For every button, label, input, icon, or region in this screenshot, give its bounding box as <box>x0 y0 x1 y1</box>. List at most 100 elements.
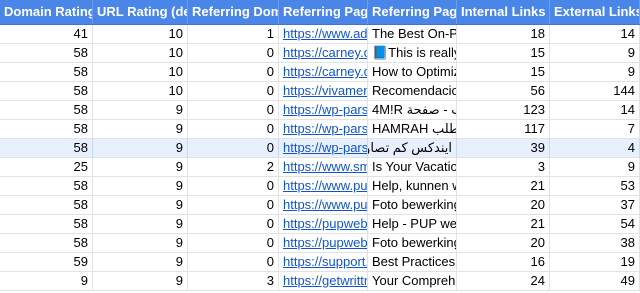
cell-external-links[interactable]: 144 <box>550 82 640 100</box>
cell-internal-links[interactable]: 15 <box>457 63 550 81</box>
cell-domain-rating[interactable]: 58 <box>0 177 93 195</box>
cell-referring-page-url[interactable]: https://www.sma <box>279 158 368 176</box>
cell-url-rating[interactable]: 9 <box>93 253 188 271</box>
cell-internal-links[interactable]: 18 <box>457 25 550 43</box>
cell-internal-links[interactable]: 15 <box>457 44 550 62</box>
table-row[interactable]: 5890https://pupwebdcFoto bewerking -2038 <box>0 234 640 253</box>
cell-url-rating[interactable]: 9 <box>93 272 188 290</box>
cell-referring-domains[interactable]: 0 <box>188 101 279 119</box>
cell-url-rating[interactable]: 9 <box>93 196 188 214</box>
header-referring-domains[interactable]: Referring Domai <box>188 0 279 24</box>
table-row[interactable]: 993https://getwrittn.cYour Comprehen2449 <box>0 272 640 291</box>
cell-referring-page-url[interactable]: https://pupwebdc <box>279 234 368 252</box>
cell-referring-page-url[interactable]: https://wp-parsi.c <box>279 139 368 157</box>
cell-url-rating[interactable]: 10 <box>93 44 188 62</box>
cell-url-rating[interactable]: 10 <box>93 63 188 81</box>
cell-internal-links[interactable]: 21 <box>457 215 550 233</box>
cell-url-rating[interactable]: 9 <box>93 215 188 233</box>
cell-internal-links[interactable]: 20 <box>457 196 550 214</box>
cell-referring-page-url[interactable]: https://wp-parsi.c <box>279 120 368 138</box>
cell-domain-rating[interactable]: 58 <box>0 82 93 100</box>
cell-external-links[interactable]: 37 <box>550 196 640 214</box>
cell-external-links[interactable]: 14 <box>550 101 640 119</box>
cell-url-rating[interactable]: 9 <box>93 234 188 252</box>
cell-url-rating[interactable]: 9 <box>93 139 188 157</box>
table-row[interactable]: 41101https://www.adstThe Best On-Pag1814 <box>0 25 640 44</box>
cell-referring-page-url[interactable]: https://wp-parsi.c <box>279 101 368 119</box>
header-url-rating[interactable]: URL Rating (des <box>93 0 188 24</box>
cell-internal-links[interactable]: 39 <box>457 139 550 157</box>
cell-referring-domains[interactable]: 1 <box>188 25 279 43</box>
cell-referring-page-title[interactable]: ایندکس کم تصاویر در <box>368 139 457 157</box>
cell-external-links[interactable]: 19 <box>550 253 640 271</box>
cell-referring-page-title[interactable]: 4M!R مطلب - صفحة <box>368 101 457 119</box>
cell-domain-rating[interactable]: 58 <box>0 44 93 62</box>
cell-url-rating[interactable]: 9 <box>93 177 188 195</box>
cell-referring-page-title[interactable]: Recomendacion <box>368 82 457 100</box>
cell-referring-page-url[interactable]: https://www.pup <box>279 196 368 214</box>
cell-referring-domains[interactable]: 0 <box>188 82 279 100</box>
cell-domain-rating[interactable]: 58 <box>0 215 93 233</box>
cell-domain-rating[interactable]: 58 <box>0 63 93 81</box>
cell-external-links[interactable]: 9 <box>550 63 640 81</box>
cell-domain-rating[interactable]: 59 <box>0 253 93 271</box>
cell-referring-page-title[interactable]: The Best On-Pag <box>368 25 457 43</box>
cell-domain-rating[interactable]: 9 <box>0 272 93 290</box>
table-row[interactable]: 5990https://support.leBest Practices: H1… <box>0 253 640 272</box>
cell-internal-links[interactable]: 3 <box>457 158 550 176</box>
cell-internal-links[interactable]: 24 <box>457 272 550 290</box>
cell-referring-page-url[interactable]: https://pupwebdc <box>279 215 368 233</box>
cell-referring-domains[interactable]: 0 <box>188 44 279 62</box>
cell-referring-domains[interactable]: 0 <box>188 120 279 138</box>
cell-domain-rating[interactable]: 58 <box>0 196 93 214</box>
cell-external-links[interactable]: 7 <box>550 120 640 138</box>
cell-domain-rating[interactable]: 58 <box>0 101 93 119</box>
cell-referring-domains[interactable]: 0 <box>188 63 279 81</box>
cell-internal-links[interactable]: 16 <box>457 253 550 271</box>
cell-external-links[interactable]: 9 <box>550 44 640 62</box>
table-row[interactable]: 5890https://wp-parsi.cایندکس کم تصاویر د… <box>0 139 640 158</box>
cell-referring-page-title[interactable]: Is Your Vacation <box>368 158 457 176</box>
cell-domain-rating[interactable]: 58 <box>0 139 93 157</box>
cell-referring-domains[interactable]: 0 <box>188 196 279 214</box>
cell-referring-domains[interactable]: 0 <box>188 139 279 157</box>
cell-referring-page-title[interactable]: Foto bewerking - <box>368 196 457 214</box>
header-referring-page-title[interactable]: Referring Page T <box>368 0 457 24</box>
cell-referring-domains[interactable]: 2 <box>188 158 279 176</box>
cell-external-links[interactable]: 4 <box>550 139 640 157</box>
header-external-links[interactable]: External Links C <box>550 0 640 24</box>
cell-referring-page-title[interactable]: How to Optimize <box>368 63 457 81</box>
header-internal-links[interactable]: Internal Links Co <box>457 0 550 24</box>
cell-referring-page-title[interactable]: Help, kunnen we <box>368 177 457 195</box>
cell-referring-page-url[interactable]: https://vivamente <box>279 82 368 100</box>
table-row[interactable]: 58100https://vivamenteRecomendacion56144 <box>0 82 640 101</box>
cell-external-links[interactable]: 38 <box>550 234 640 252</box>
cell-domain-rating[interactable]: 41 <box>0 25 93 43</box>
table-row[interactable]: 5890https://www.pupHelp, kunnen we2153 <box>0 177 640 196</box>
cell-referring-page-url[interactable]: https://carney.co <box>279 44 368 62</box>
cell-referring-page-url[interactable]: https://www.adst <box>279 25 368 43</box>
cell-internal-links[interactable]: 117 <box>457 120 550 138</box>
cell-referring-domains[interactable]: 3 <box>188 272 279 290</box>
header-domain-rating[interactable]: Domain Rating <box>0 0 93 24</box>
cell-referring-page-url[interactable]: https://carney.co <box>279 63 368 81</box>
cell-referring-domains[interactable]: 0 <box>188 234 279 252</box>
cell-domain-rating[interactable]: 25 <box>0 158 93 176</box>
cell-external-links[interactable]: 9 <box>550 158 640 176</box>
cell-url-rating[interactable]: 9 <box>93 158 188 176</box>
table-row[interactable]: 5890https://www.pupFoto bewerking -2037 <box>0 196 640 215</box>
cell-referring-domains[interactable]: 0 <box>188 253 279 271</box>
cell-domain-rating[interactable]: 58 <box>0 120 93 138</box>
table-row[interactable]: 5890https://wp-parsi.c4M!R مطلب - صفحة12… <box>0 101 640 120</box>
table-row[interactable]: 5890https://pupwebdcHelp - PUP webd2154 <box>0 215 640 234</box>
cell-referring-page-url[interactable]: https://www.pup <box>279 177 368 195</box>
cell-referring-page-url[interactable]: https://getwrittn.c <box>279 272 368 290</box>
table-row[interactable]: 58100https://carney.coHow to Optimize159 <box>0 63 640 82</box>
cell-internal-links[interactable]: 21 <box>457 177 550 195</box>
table-row[interactable]: 5890https://wp-parsi.cHAMRAH مطلب -1177 <box>0 120 640 139</box>
cell-url-rating[interactable]: 9 <box>93 101 188 119</box>
cell-external-links[interactable]: 54 <box>550 215 640 233</box>
cell-referring-page-url[interactable]: https://support.le <box>279 253 368 271</box>
cell-internal-links[interactable]: 56 <box>457 82 550 100</box>
cell-url-rating[interactable]: 9 <box>93 120 188 138</box>
